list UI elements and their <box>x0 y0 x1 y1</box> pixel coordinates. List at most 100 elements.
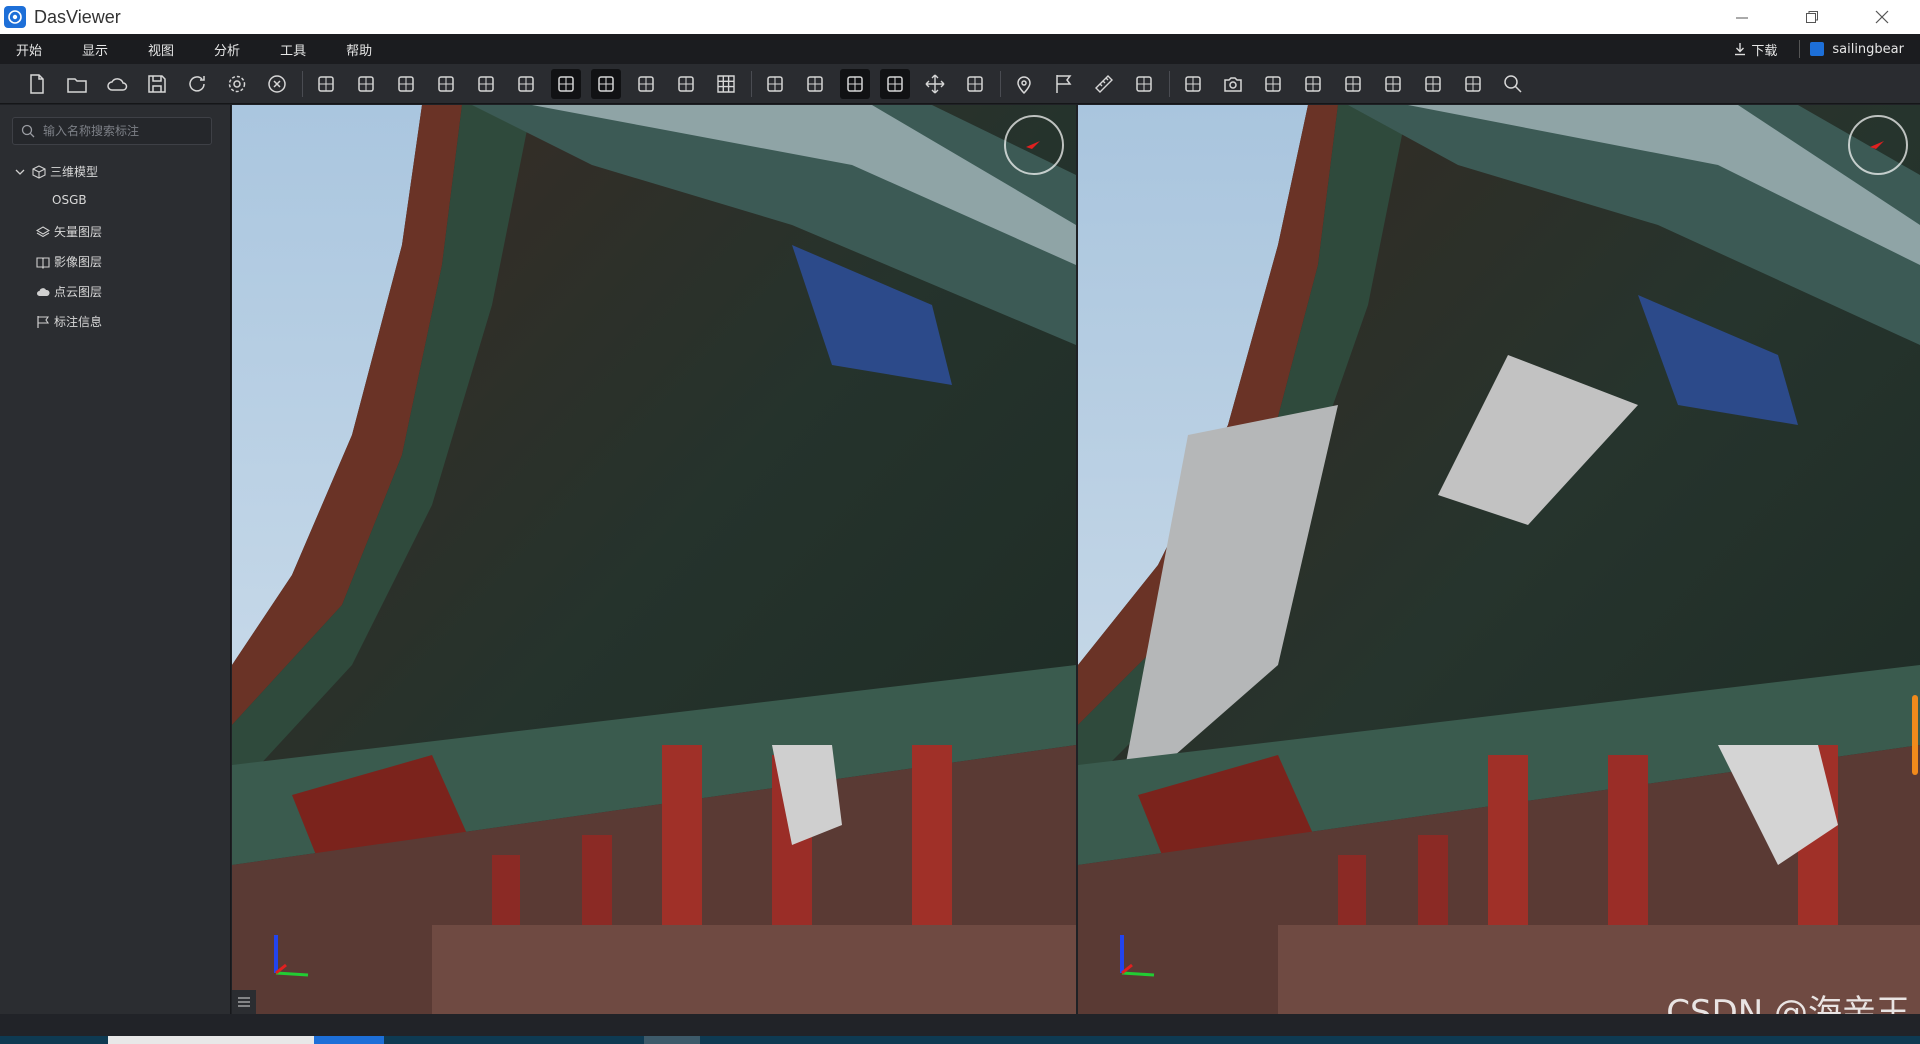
tree-item-image-layer[interactable]: 影像图层 <box>36 253 102 270</box>
save-button[interactable] <box>142 69 172 99</box>
search-button[interactable] <box>1498 69 1528 99</box>
panel-toggle-button[interactable] <box>232 990 256 1014</box>
camera-button[interactable] <box>1218 69 1248 99</box>
flag-button[interactable] <box>1049 69 1079 99</box>
close-circle-button[interactable] <box>262 69 292 99</box>
search-box[interactable] <box>12 117 212 145</box>
title-bar: DasViewer <box>0 0 1920 34</box>
watermark-text: CSDN @海亲王 <box>1666 993 1910 1014</box>
download-button[interactable]: 下载 <box>1733 40 1777 59</box>
chevron-down-icon[interactable] <box>14 166 26 178</box>
scene-render-left <box>232 105 1076 1014</box>
report-button[interactable] <box>1458 69 1488 99</box>
layers-overlay-icon <box>478 75 494 92</box>
layer-panel: 三维模型 OSGB 矢量图层 影像图层 点云图层 标注信息 <box>0 105 231 1014</box>
viewport-right[interactable]: CSDN @海亲王 <box>1078 105 1920 1014</box>
view-side-button[interactable] <box>631 69 661 99</box>
volume-icon <box>1136 75 1152 92</box>
search-icon <box>1504 74 1522 93</box>
flag-icon <box>37 315 50 328</box>
viewport-left[interactable] <box>232 105 1076 1014</box>
tree-item-point-cloud-layer[interactable]: 点云图层 <box>36 283 102 300</box>
profile-button[interactable] <box>1258 69 1288 99</box>
crop-button[interactable] <box>1298 69 1328 99</box>
minimize-button[interactable] <box>1712 0 1772 34</box>
chart-button[interactable] <box>1378 69 1408 99</box>
pan-button[interactable] <box>920 69 950 99</box>
close-circle-icon <box>268 74 286 93</box>
layers-overlay-button[interactable] <box>471 69 501 99</box>
menu-tools[interactable]: 工具 <box>280 40 306 59</box>
scene-render-right <box>1078 105 1920 1014</box>
toolbar <box>0 64 1920 104</box>
tree-item-vector-layer[interactable]: 矢量图层 <box>36 223 102 240</box>
tree-item-annotations[interactable]: 标注信息 <box>36 313 102 330</box>
image-icon <box>1425 75 1441 92</box>
terrain-button[interactable] <box>351 69 381 99</box>
ruler-button[interactable] <box>1089 69 1119 99</box>
layers-icon <box>36 225 50 237</box>
window-title: DasViewer <box>34 6 121 27</box>
light-button[interactable] <box>391 69 421 99</box>
pan-icon <box>925 74 945 93</box>
username[interactable]: sailingbear <box>1832 42 1904 57</box>
app-logo-icon <box>4 6 26 28</box>
split-view-button[interactable] <box>840 68 870 99</box>
menu-help[interactable]: 帮助 <box>346 40 372 59</box>
eye-lock-icon <box>967 75 983 92</box>
tree-item-label: 标注信息 <box>54 315 103 329</box>
eye-rotate-button[interactable] <box>760 69 790 99</box>
grid-button[interactable] <box>711 69 741 99</box>
scroll-indicator[interactable] <box>1912 695 1918 775</box>
compass-widget[interactable] <box>1004 115 1064 175</box>
refresh-icon <box>189 75 205 92</box>
settings-button[interactable] <box>222 69 252 99</box>
cloud-button[interactable] <box>102 69 132 99</box>
path-button[interactable] <box>1178 69 1208 99</box>
menu-analysis[interactable]: 分析 <box>214 40 240 59</box>
path-icon <box>1185 75 1201 92</box>
tree-item-3d-model[interactable]: 三维模型 <box>14 163 98 180</box>
light-icon <box>398 75 414 92</box>
place-marker-button[interactable] <box>1009 69 1039 99</box>
tree-item-osgb[interactable]: OSGB <box>52 193 87 207</box>
new-file-button[interactable] <box>22 69 52 99</box>
compass-needle-icon <box>1870 141 1884 149</box>
open-folder-button[interactable] <box>62 69 92 99</box>
menu-view[interactable]: 视图 <box>148 40 174 59</box>
crop-icon <box>1305 75 1321 92</box>
download-label: 下载 <box>1751 43 1778 59</box>
toolbar-separator <box>751 70 752 97</box>
volume-button[interactable] <box>1129 69 1159 99</box>
compass-widget[interactable] <box>1848 115 1908 175</box>
menu-start[interactable]: 开始 <box>16 40 42 59</box>
flag-mode-button[interactable] <box>880 68 910 99</box>
menu-display[interactable]: 显示 <box>82 40 108 59</box>
axis-gizmo <box>1118 925 1158 989</box>
panel-button[interactable] <box>431 69 461 99</box>
refresh-button[interactable] <box>182 69 212 99</box>
chart-icon <box>1385 75 1401 92</box>
restore-button[interactable] <box>1782 0 1842 34</box>
close-window-button[interactable] <box>1852 0 1912 34</box>
export-doc-button[interactable] <box>1338 69 1368 99</box>
account-area: 下载 sailingbear <box>1733 34 1904 64</box>
camera-icon <box>1224 76 1242 92</box>
eye-lock-button[interactable] <box>960 69 990 99</box>
book-icon <box>36 256 50 269</box>
flag-icon <box>1056 74 1072 93</box>
toolbar-separator <box>1000 70 1001 97</box>
view-top-button[interactable] <box>551 68 581 99</box>
taskbar-tab-active[interactable] <box>314 1036 384 1044</box>
save-icon <box>148 74 166 93</box>
taskbar-tab[interactable] <box>108 1036 314 1044</box>
box-clip-button[interactable] <box>671 69 701 99</box>
search-input[interactable] <box>41 123 205 139</box>
image-button[interactable] <box>1418 69 1448 99</box>
fit-view-button[interactable] <box>800 69 830 99</box>
import-model-button[interactable] <box>311 69 341 99</box>
view-front-button[interactable] <box>591 68 621 99</box>
user-avatar[interactable] <box>1810 42 1825 56</box>
taskbar-tab[interactable] <box>644 1036 700 1044</box>
point-cloud-button[interactable] <box>511 69 541 99</box>
